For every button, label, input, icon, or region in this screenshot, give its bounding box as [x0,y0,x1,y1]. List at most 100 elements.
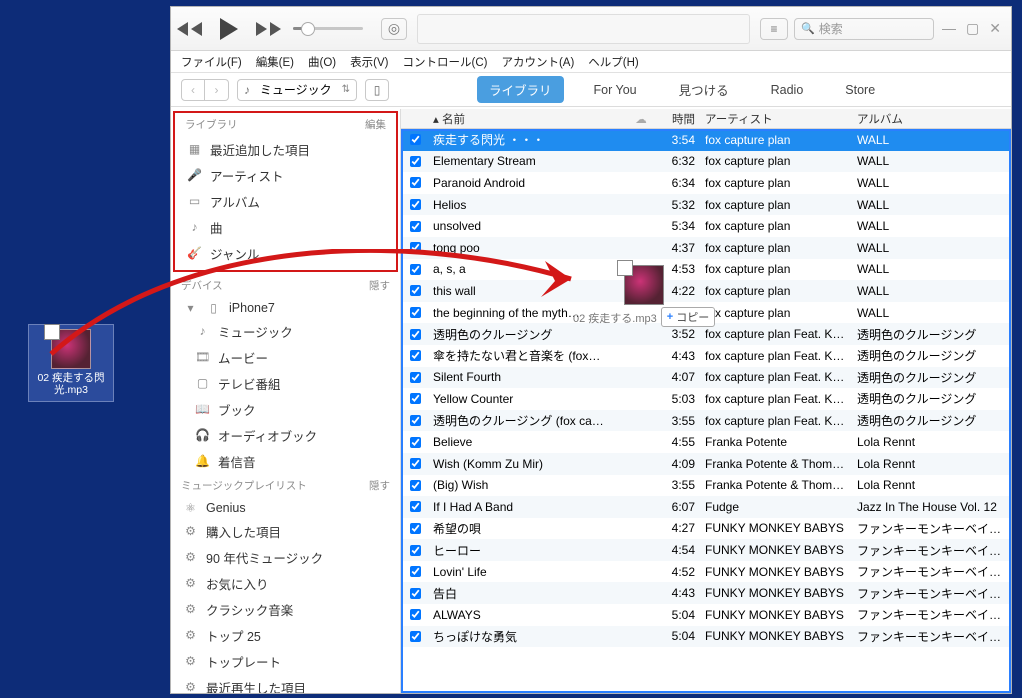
menu-song[interactable]: 曲(O) [308,54,336,70]
row-checkbox[interactable] [410,307,421,318]
sidebar-item-最近再生した項目[interactable]: ⚙最近再生した項目 [171,674,400,693]
row-checkbox[interactable] [410,134,421,145]
table-row[interactable]: Yellow Counter5:03fox capture plan Feat.… [401,388,1011,410]
sidebar-item-ムービー[interactable]: 🎞ムービー [171,344,400,370]
sidebar-item-トップレート[interactable]: ⚙トップレート [171,648,400,674]
tab-見つける[interactable]: 見つける [667,76,741,103]
row-checkbox[interactable] [410,372,421,383]
row-checkbox[interactable] [410,501,421,512]
row-checkbox[interactable] [410,242,421,253]
tab-radio[interactable]: Radio [759,79,816,101]
row-checkbox[interactable] [410,437,421,448]
row-checkbox[interactable] [410,631,421,642]
row-checkbox[interactable] [410,264,421,275]
table-row[interactable]: Helios5:32fox capture planWALL [401,194,1011,216]
row-checkbox[interactable] [410,415,421,426]
search-input[interactable]: 🔍 検索 [794,18,934,40]
sidebar-item-ジャンル[interactable]: 🎸ジャンル [175,240,396,266]
row-checkbox[interactable] [410,588,421,599]
row-checkbox[interactable] [410,458,421,469]
sidebar-item-Genius[interactable]: ⚛Genius [171,497,400,518]
row-checkbox[interactable] [410,285,421,296]
sidebar-item-テレビ番組[interactable]: ▢テレビ番組 [171,370,400,396]
table-row[interactable]: If I Had A Band6:07FudgeJazz In The Hous… [401,496,1011,518]
table-row[interactable]: ヒーロー4:54FUNKY MONKEY BABYSファンキーモンキーベイビー… [401,539,1011,561]
table-row[interactable]: Silent Fourth4:07fox capture plan Feat. … [401,367,1011,389]
tab-ライブラリ[interactable]: ライブラリ [477,76,564,103]
device-button[interactable]: ▯ [365,79,389,101]
row-checkbox[interactable] [410,609,421,620]
table-row[interactable]: 希望の唄4:27FUNKY MONKEY BABYSファンキーモンキーベイビー… [401,518,1011,540]
airplay-button[interactable]: ◎ [381,18,407,40]
sidebar-item-アーティスト[interactable]: 🎤アーティスト [175,162,396,188]
sidebar-item-最近追加した項目[interactable]: ▦最近追加した項目 [175,136,396,162]
library-edit-link[interactable]: 編集 [365,117,386,132]
menu-control[interactable]: コントロール(C) [402,54,487,70]
window-maximize-button[interactable]: ▢ [966,20,979,37]
sidebar-item-トップ 25[interactable]: ⚙トップ 25 [171,622,400,648]
col-cloud[interactable]: ☁ [627,112,655,126]
row-checkbox[interactable] [410,350,421,361]
col-album[interactable]: アルバム [853,111,1011,127]
table-row[interactable]: 透明色のクルージング (fox ca…3:55fox capture plan … [401,410,1011,432]
table-row[interactable]: (Big) Wish3:55Franka Potente & Thom…Lola… [401,475,1011,497]
window-minimize-button[interactable]: — [942,20,956,37]
playlist-hide-link[interactable]: 隠す [369,478,390,493]
col-time[interactable]: 時間 [655,111,701,127]
sidebar-item-お気に入り[interactable]: ⚙お気に入り [171,570,400,596]
nav-forward-button[interactable]: › [205,79,229,101]
table-row[interactable]: unsolved5:34fox capture planWALL [401,215,1011,237]
table-row[interactable]: 傘を持たない君と音楽を (fox…4:43fox capture plan Fe… [401,345,1011,367]
table-row[interactable]: Paranoid Android6:34fox capture planWALL [401,172,1011,194]
row-checkbox[interactable] [410,177,421,188]
play-button[interactable] [220,18,238,40]
next-button[interactable] [256,22,267,36]
volume-slider[interactable] [293,27,363,30]
menu-account[interactable]: アカウント(A) [501,54,574,70]
tab-for-you[interactable]: For You [582,79,649,101]
sidebar-item-アルバム[interactable]: ▭アルバム [175,188,396,214]
source-select[interactable]: ♪ ミュージック ⇅ [237,79,357,101]
row-checkbox[interactable] [410,199,421,210]
prev-button[interactable] [191,22,202,36]
nav-back-button[interactable]: ‹ [181,79,205,101]
sidebar-item-ブック[interactable]: 📖ブック [171,396,400,422]
menu-view[interactable]: 表示(V) [350,54,388,70]
row-checkbox[interactable] [410,156,421,167]
sidebar-item-クラシック音楽[interactable]: ⚙クラシック音楽 [171,596,400,622]
row-checkbox[interactable] [410,221,421,232]
menu-file[interactable]: ファイル(F) [181,54,242,70]
window-close-button[interactable]: ✕ [989,20,1001,37]
sidebar-item-device[interactable]: ▾ ▯ iPhone7 [171,297,400,318]
table-row[interactable]: ALWAYS5:04FUNKY MONKEY BABYSファンキーモンキーベイビ… [401,604,1011,626]
tab-store[interactable]: Store [833,79,887,101]
table-row[interactable]: Elementary Stream6:32fox capture planWAL… [401,151,1011,173]
table-row[interactable]: tong poo4:37fox capture planWALL [401,237,1011,259]
menu-edit[interactable]: 編集(E) [256,54,294,70]
table-row[interactable]: the beginning of the myth…2:45fox captur… [401,302,1011,324]
table-row[interactable]: this wall4:22fox capture planWALL [401,280,1011,302]
table-row[interactable]: 告白4:43FUNKY MONKEY BABYSファンキーモンキーベイビー… [401,582,1011,604]
table-row[interactable]: ちっぽけな勇気5:04FUNKY MONKEY BABYSファンキーモンキーベイ… [401,626,1011,648]
sidebar-item-購入した項目[interactable]: ⚙購入した項目 [171,518,400,544]
table-row[interactable]: Believe4:55Franka PotenteLola Rennt [401,431,1011,453]
sidebar-item-90 年代ミュージック[interactable]: ⚙90 年代ミュージック [171,544,400,570]
sidebar-item-オーディオブック[interactable]: 🎧オーディオブック [171,422,400,448]
table-row[interactable]: 透明色のクルージング3:52fox capture plan Feat. K…透… [401,323,1011,345]
sidebar-item-曲[interactable]: ♪曲 [175,214,396,240]
row-checkbox[interactable] [410,566,421,577]
sidebar-item-ミュージック[interactable]: ♪ミュージック [171,318,400,344]
list-view-button[interactable]: ≡ [760,18,788,40]
sidebar-item-着信音[interactable]: 🔔着信音 [171,448,400,474]
row-checkbox[interactable] [410,523,421,534]
col-name[interactable]: ▴ 名前 [429,111,627,127]
col-artist[interactable]: アーティスト [701,111,853,127]
row-checkbox[interactable] [410,545,421,556]
row-checkbox[interactable] [410,329,421,340]
desktop-file-mp3[interactable]: 02 疾走する閃光.mp3 [28,324,114,402]
row-checkbox[interactable] [410,393,421,404]
row-checkbox[interactable] [410,480,421,491]
menu-help[interactable]: ヘルプ(H) [588,54,638,70]
table-row[interactable]: 疾走する閃光 ・・・3:54fox capture planWALL [401,129,1011,151]
table-row[interactable]: Lovin' Life4:52FUNKY MONKEY BABYSファンキーモン… [401,561,1011,583]
